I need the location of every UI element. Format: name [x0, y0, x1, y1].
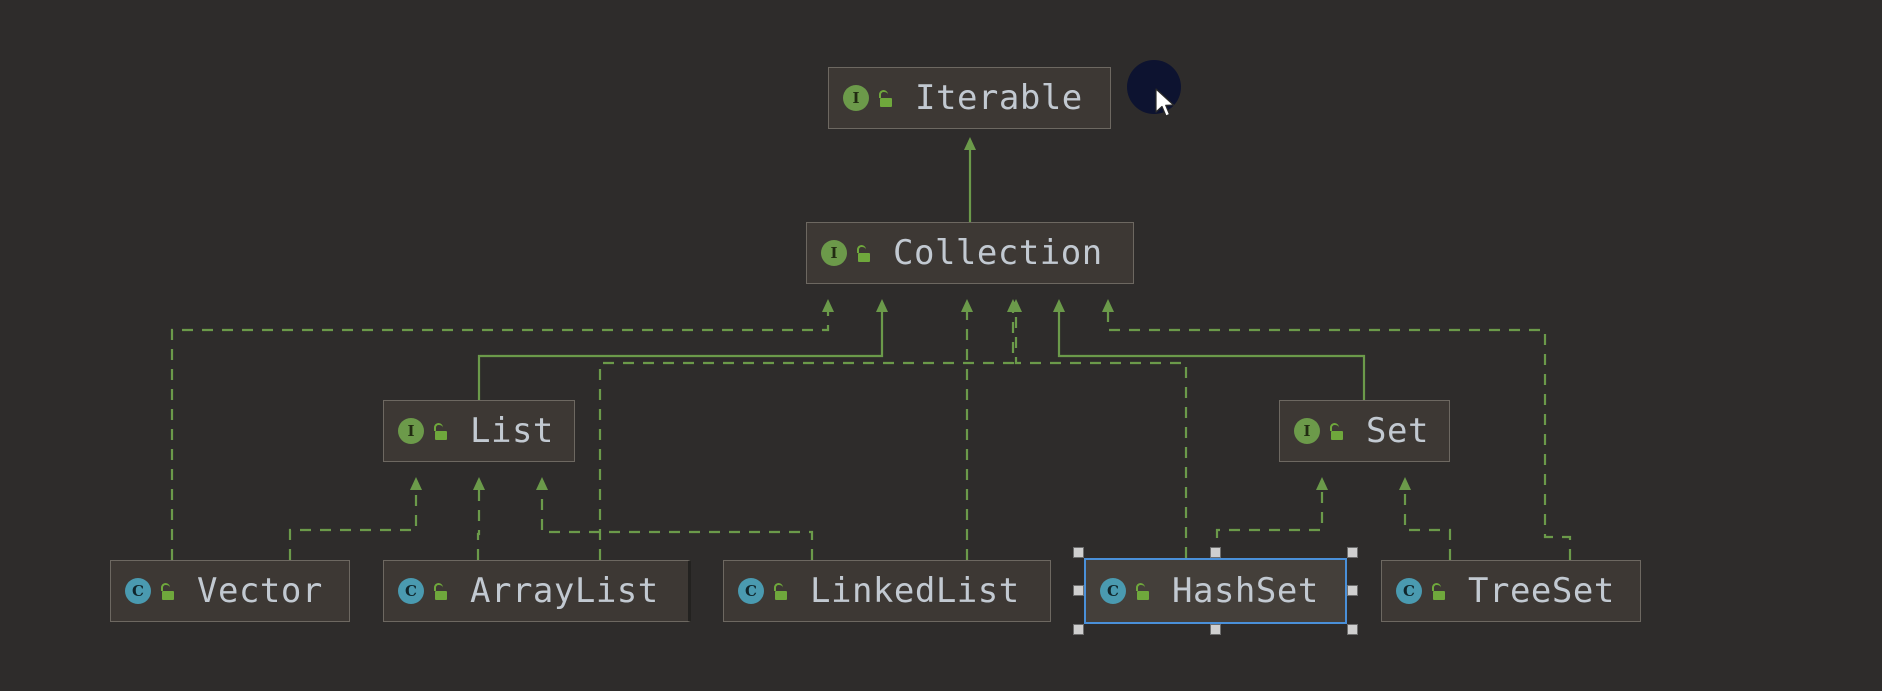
node-label: LinkedList: [810, 571, 1020, 611]
edge-list-collection: [477, 299, 888, 400]
node-label: List: [470, 411, 554, 451]
node-collection[interactable]: I Collection: [806, 222, 1134, 284]
unlock-icon: [877, 89, 893, 107]
edge-hashset-collection: [1010, 299, 1188, 558]
node-hashset[interactable]: C HashSet: [1084, 558, 1347, 624]
edge-treeset-set: [1399, 477, 1452, 560]
node-treeset[interactable]: C TreeSet: [1381, 560, 1641, 622]
resize-handle-bottom-right[interactable]: [1347, 624, 1358, 635]
interface-badge-icon: I: [843, 85, 869, 111]
unlock-icon: [1134, 582, 1150, 600]
class-badge-icon: C: [398, 578, 424, 604]
unlock-icon: [1328, 422, 1344, 440]
node-vector[interactable]: C Vector: [110, 560, 350, 622]
node-linkedlist[interactable]: C LinkedList: [723, 560, 1051, 622]
class-badge-icon: C: [1100, 578, 1126, 604]
resize-handle-bottom-left[interactable]: [1073, 624, 1084, 635]
resize-handle-top-right[interactable]: [1347, 547, 1358, 558]
edge-set-collection: [1053, 299, 1366, 400]
node-arraylist[interactable]: C ArrayList: [383, 560, 691, 622]
resize-handle-top-center[interactable]: [1210, 547, 1221, 558]
edge-arraylist-collection: [598, 299, 1019, 560]
node-label: Iterable: [915, 78, 1083, 118]
node-iterable[interactable]: I Iterable: [828, 67, 1111, 129]
node-label: HashSet: [1172, 571, 1319, 611]
unlock-icon: [772, 582, 788, 600]
resize-handle-top-left[interactable]: [1073, 547, 1084, 558]
mouse-cursor: [1155, 88, 1175, 117]
unlock-icon: [432, 422, 448, 440]
edge-linkedlist-list: [536, 477, 814, 560]
class-badge-icon: C: [1396, 578, 1422, 604]
node-set[interactable]: I Set: [1279, 400, 1450, 462]
interface-badge-icon: I: [1294, 418, 1320, 444]
unlock-icon: [1430, 582, 1446, 600]
diagram-canvas[interactable]: I Iterable I Collection I List I Set C V…: [0, 0, 1882, 691]
node-label: ArrayList: [470, 571, 659, 611]
edge-hashset-set: [1215, 477, 1328, 558]
unlock-icon: [855, 244, 871, 262]
edge-arraylist-list: [473, 477, 485, 560]
resize-handle-middle-left[interactable]: [1073, 585, 1084, 596]
resize-handle-bottom-center[interactable]: [1210, 624, 1221, 635]
interface-badge-icon: I: [821, 240, 847, 266]
edge-vector-list: [288, 477, 422, 560]
unlock-icon: [432, 582, 448, 600]
node-label: Set: [1366, 411, 1429, 451]
unlock-icon: [159, 582, 175, 600]
node-label: TreeSet: [1468, 571, 1615, 611]
resize-handle-middle-right[interactable]: [1347, 585, 1358, 596]
node-label: Collection: [893, 233, 1103, 273]
class-badge-icon: C: [738, 578, 764, 604]
interface-badge-icon: I: [398, 418, 424, 444]
node-list[interactable]: I List: [383, 400, 575, 462]
node-label: Vector: [197, 571, 323, 611]
class-badge-icon: C: [125, 578, 151, 604]
